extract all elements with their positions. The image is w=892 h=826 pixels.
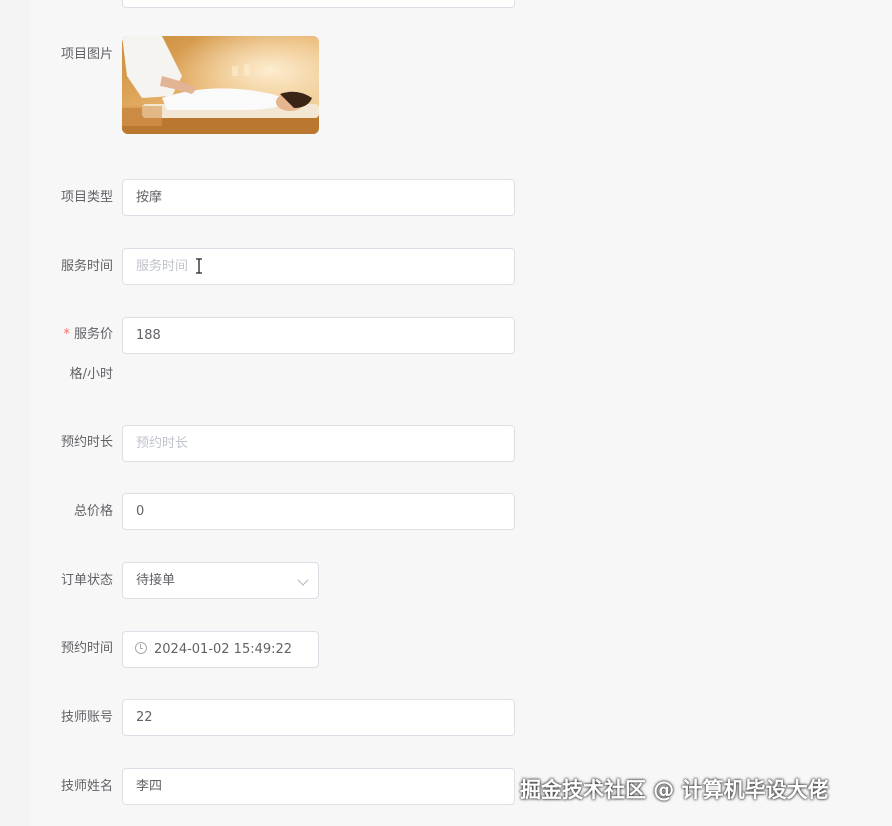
text-cursor-icon	[196, 258, 202, 274]
project-image[interactable]	[122, 36, 319, 134]
required-mark: *	[63, 327, 70, 342]
tech-name-label: 技师姓名	[60, 779, 113, 794]
total-label: 总价格	[73, 504, 113, 519]
price-value: 188	[136, 328, 161, 343]
duration-input[interactable]: 预约时长	[122, 425, 515, 462]
status-label: 订单状态	[60, 573, 113, 588]
price-label-line2: 格/小时	[69, 367, 113, 382]
watermark: 掘金技术社区 @ 计算机毕设大佬	[520, 778, 829, 802]
tech-account-value: 22	[136, 710, 153, 725]
service-time-input[interactable]: 服务时间	[122, 248, 515, 285]
type-input[interactable]: 按摩	[122, 179, 515, 216]
chevron-down-icon	[297, 574, 309, 586]
appt-time-label: 预约时间	[60, 641, 113, 656]
appt-time-picker[interactable]: 2024-01-02 15:49:22	[122, 631, 319, 668]
type-label: 项目类型	[60, 190, 113, 205]
tech-name-value: 李四	[136, 779, 163, 794]
image-label: 项目图片	[60, 47, 113, 62]
appt-time-value: 2024-01-02 15:49:22	[154, 642, 293, 657]
duration-label: 预约时长	[60, 435, 113, 450]
massage-photo	[122, 36, 319, 134]
total-input[interactable]: 0	[122, 493, 515, 530]
duration-placeholder: 预约时长	[136, 436, 189, 451]
price-label: * 服务价	[37, 326, 113, 344]
status-value: 待接单	[136, 573, 176, 588]
price-input[interactable]: 188	[122, 317, 515, 354]
tech-account-input[interactable]: 22	[122, 699, 515, 736]
type-value: 按摩	[136, 190, 163, 205]
previous-field-input[interactable]	[122, 0, 515, 8]
tech-account-label: 技师账号	[60, 710, 113, 725]
left-margin	[0, 0, 30, 826]
price-label-line1: 服务价	[73, 327, 113, 342]
service-time-placeholder: 服务时间	[136, 259, 189, 274]
status-select[interactable]: 待接单	[122, 562, 319, 599]
clock-icon	[135, 642, 147, 654]
total-value: 0	[136, 504, 145, 519]
tech-name-input[interactable]: 李四	[122, 768, 515, 805]
service-time-label: 服务时间	[60, 259, 113, 274]
